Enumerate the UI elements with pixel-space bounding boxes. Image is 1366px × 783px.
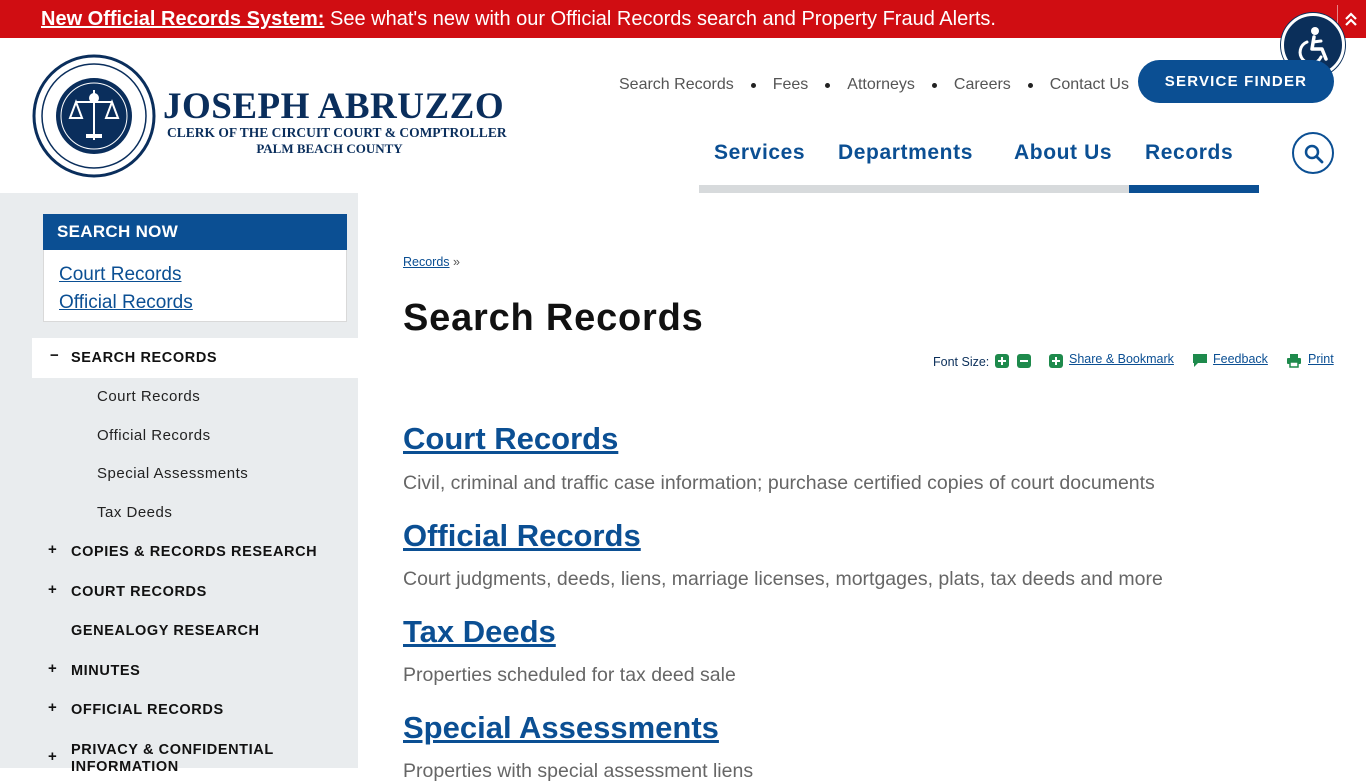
search-now-heading: SEARCH NOW — [43, 214, 347, 250]
alert-bar: New Official Records System: See what's … — [0, 0, 1366, 38]
sidebar-item-court-records[interactable]: COURT RECORDS — [71, 584, 207, 601]
page-title: Search Records — [403, 297, 704, 339]
alert-text: New Official Records System: See what's … — [41, 8, 996, 30]
search-icon — [1304, 144, 1324, 164]
sidebar-item-search-records[interactable]: − SEARCH RECORDS — [32, 338, 358, 378]
record-desc-official-records: Court judgments, deeds, liens, marriage … — [403, 568, 1163, 590]
search-now-official-records[interactable]: Official Records — [59, 292, 193, 314]
utility-separator — [825, 82, 831, 88]
sidebar-sub-special-assessments[interactable]: Special Assessments — [97, 465, 248, 483]
sidebar-item-label: SEARCH RECORDS — [71, 350, 218, 366]
utility-link-search-records[interactable]: Search Records — [619, 76, 734, 94]
font-size-label: Font Size: — [933, 355, 990, 369]
record-link-special-assessments[interactable]: Special Assessments — [403, 710, 719, 746]
chevron-up-icon[interactable] — [1343, 10, 1359, 28]
sidebar-item-minutes[interactable]: MINUTES — [71, 663, 140, 680]
sidebar-item-genealogy-research[interactable]: GENEALOGY RESEARCH — [71, 623, 260, 640]
breadcrumb: Records » — [403, 255, 460, 269]
record-link-official-records[interactable]: Official Records — [403, 518, 641, 554]
share-plus-icon[interactable] — [1049, 354, 1063, 368]
plus-icon[interactable] — [995, 354, 1009, 368]
nav-records[interactable]: Records — [1145, 140, 1233, 166]
plus-icon[interactable]: + — [48, 541, 57, 558]
record-desc-tax-deeds: Properties scheduled for tax deed sale — [403, 664, 736, 686]
logo-subtitle: CLERK OF THE CIRCUIT COURT & COMPTROLLER — [167, 125, 507, 140]
logo-county: PALM BEACH COUNTY — [256, 141, 403, 156]
utility-separator — [750, 82, 756, 88]
nav-departments[interactable]: Departments — [838, 140, 973, 166]
sidebar-sub-official-records[interactable]: Official Records — [97, 427, 211, 445]
main-nav: Services Departments About Us Records — [699, 140, 1259, 193]
plus-icon[interactable]: + — [48, 699, 57, 716]
main-nav-active-indicator — [1129, 185, 1259, 193]
print-icon[interactable] — [1286, 353, 1302, 368]
nav-about-us[interactable]: About Us — [1014, 140, 1112, 166]
minus-icon: − — [50, 347, 59, 364]
logo-name[interactable]: JOSEPH ABRUZZO — [163, 87, 504, 127]
record-desc-court-records: Civil, criminal and traffic case informa… — [403, 472, 1155, 494]
feedback-icon[interactable] — [1192, 353, 1208, 368]
record-desc-special-assessments: Properties with special assessment liens — [403, 760, 754, 782]
record-link-tax-deeds[interactable]: Tax Deeds — [403, 614, 556, 650]
search-button[interactable] — [1292, 132, 1334, 174]
share-bookmark-link[interactable]: Share & Bookmark — [1069, 352, 1174, 366]
minus-icon[interactable] — [1017, 354, 1031, 368]
sidebar-item-privacy-confidential[interactable]: PRIVACY & CONFIDENTIAL — [71, 742, 274, 759]
sidebar-sub-court-records[interactable]: Court Records — [97, 388, 200, 406]
utility-link-fees[interactable]: Fees — [773, 76, 809, 94]
feedback-link[interactable]: Feedback — [1213, 352, 1268, 366]
print-link[interactable]: Print — [1308, 352, 1334, 366]
utility-nav: Search Records Fees Attorneys Careers Co… — [619, 75, 1129, 95]
sidebar-item-copies-records-research[interactable]: COPIES & RECORDS RESEARCH — [71, 544, 317, 561]
record-link-court-records[interactable]: Court Records — [403, 421, 618, 457]
search-now-box: SEARCH NOW Court Records Official Record… — [43, 214, 347, 322]
service-finder-button[interactable]: SERVICE FINDER — [1138, 60, 1334, 103]
utility-link-contact-us[interactable]: Contact Us — [1050, 76, 1129, 94]
nav-services[interactable]: Services — [714, 140, 805, 166]
sidebar-sub-tax-deeds[interactable]: Tax Deeds — [97, 504, 172, 522]
breadcrumb-records[interactable]: Records — [403, 255, 450, 269]
utility-link-careers[interactable]: Careers — [954, 76, 1011, 94]
search-now-court-records[interactable]: Court Records — [59, 264, 182, 286]
utility-separator — [1027, 82, 1033, 88]
sidebar-item-official-records[interactable]: OFFICIAL RECORDS — [71, 702, 224, 719]
alert-link[interactable]: New Official Records System: — [41, 8, 324, 30]
plus-icon[interactable]: + — [48, 748, 57, 765]
utility-separator — [931, 82, 937, 88]
plus-icon[interactable]: + — [48, 660, 57, 677]
breadcrumb-separator: » — [449, 255, 460, 269]
sidebar: SEARCH NOW Court Records Official Record… — [0, 193, 358, 775]
county-seal-logo[interactable] — [32, 54, 156, 178]
alert-message: See what's new with our Official Records… — [324, 8, 996, 30]
plus-icon[interactable]: + — [48, 581, 57, 598]
utility-link-attorneys[interactable]: Attorneys — [847, 76, 915, 94]
